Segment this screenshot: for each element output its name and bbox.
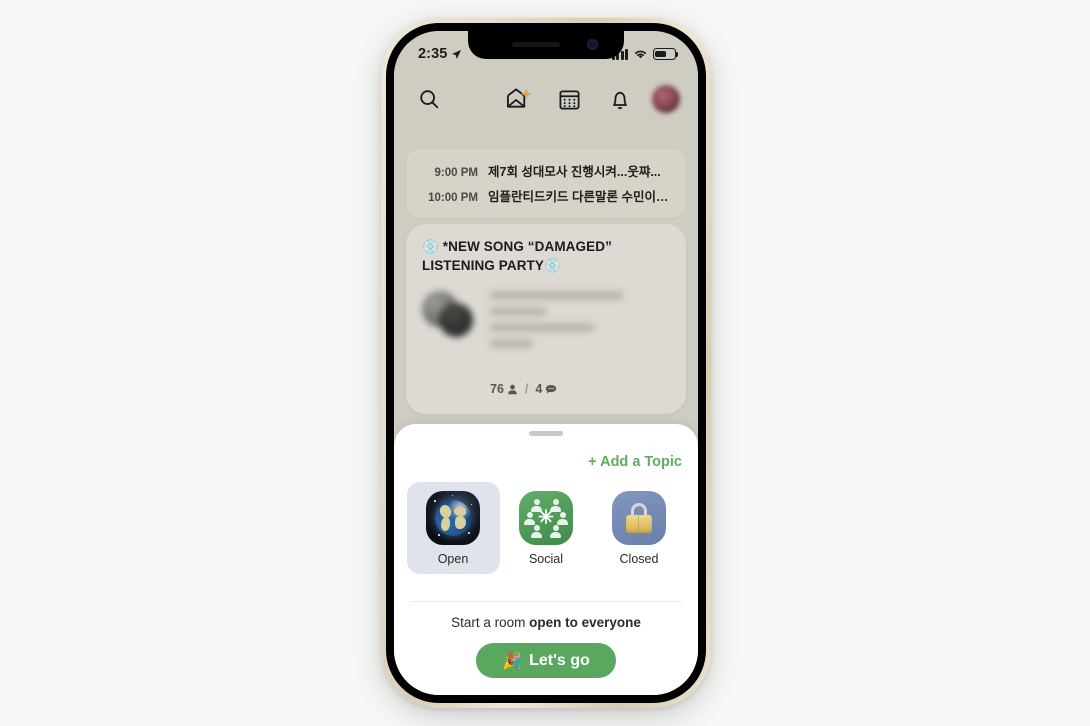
room-card[interactable]: 💿 *NEW SONG “DAMAGED” LISTENING PARTY💿 7… [406,224,686,414]
event-title: 임플란티드키드 다른말론 수민이라는... [488,190,672,204]
speaker-grille [512,42,560,47]
battery-icon [653,48,679,60]
room-type-closed[interactable]: Closed [593,482,686,574]
cta-caption-prefix: Start a room [451,615,530,630]
speech-bubble-icon [546,384,557,394]
message-count-value: 4 [535,382,543,396]
participant-name [490,338,534,348]
speaker-count: 76 [490,382,518,396]
create-room-sheet: + Add a Topic Open ✳ Social Closed Start… [394,424,698,695]
add-topic-button[interactable]: + Add a Topic [588,454,682,470]
lets-go-button[interactable]: 🎉 Let's go [476,643,616,678]
drag-handle[interactable] [529,431,563,436]
search-icon[interactable] [412,82,446,116]
list-item[interactable]: 10:00 PM 임플란티드키드 다른말론 수민이라는... [406,183,686,208]
room-type-label: Closed [619,552,659,566]
asterisk-icon: ✳ [538,507,554,529]
divider [410,601,682,602]
cta-caption: Start a room open to everyone [394,615,698,630]
top-nav-bar [394,71,698,127]
people-group-icon: ✳ [519,491,573,545]
room-type-social[interactable]: ✳ Social [500,482,593,574]
wifi-icon [634,50,647,59]
nav-icon-group [501,82,637,116]
envelope-sparkle-icon[interactable] [501,82,535,116]
room-type-label: Open [437,552,469,566]
cta-caption-emphasis: open to everyone [529,615,641,630]
status-time: 2:35 [418,46,462,62]
room-title-text: *NEW SONG “DAMAGED” LISTENING PARTY [422,239,612,273]
globe-sphere [435,500,471,536]
disc-icon: 💿 [422,239,439,255]
phone-device-frame: 9:00 PM 제7회 성대모사 진행시켜...웃쨔... 10:00 PM 임… [381,18,711,708]
location-arrow-icon [452,49,462,59]
event-title: 제7회 성대모사 진행시켜...웃쨔... [488,165,661,179]
person-icon [508,384,517,394]
calendar-icon[interactable] [552,82,586,116]
list-item[interactable]: 9:00 PM 제7회 성대모사 진행시켜...웃쨔... [406,158,686,183]
globe-icon [426,491,480,545]
participant-names [490,289,670,348]
upcoming-events-card: 9:00 PM 제7회 성대모사 진행시켜...웃쨔... 10:00 PM 임… [406,149,686,218]
room-stats: 76 / 4 [490,382,557,396]
lets-go-label: Let's go [529,651,590,669]
status-time-value: 2:35 [418,46,448,62]
message-count: 4 [535,382,557,396]
disc-icon: 💿 [544,257,561,274]
event-time: 10:00 PM [428,192,478,204]
room-title: 💿 *NEW SONG “DAMAGED” LISTENING PARTY💿 [422,238,670,276]
room-type-open[interactable]: Open [406,482,500,574]
app-root: 9:00 PM 제7회 성대모사 진행시켜...웃쨔... 10:00 PM 임… [394,31,698,695]
participant-name [490,290,624,300]
front-camera [587,39,598,50]
room-type-picker: Open ✳ Social Closed [394,482,698,574]
participant-name [490,306,546,316]
lock-icon [612,491,666,545]
display-notch [468,31,624,59]
room-participants [422,289,670,348]
room-type-label: Social [528,552,564,566]
participant-avatars [422,289,480,341]
padlock-shape [626,503,652,533]
participant-name [490,322,595,332]
party-popper-icon: 🎉 [502,651,523,670]
phone-screen: 9:00 PM 제7회 성대모사 진행시켜...웃쨔... 10:00 PM 임… [394,31,698,695]
avatar [439,302,473,337]
speaker-count-value: 76 [490,382,504,396]
stats-separator: / [524,382,529,396]
event-time: 9:00 PM [434,167,478,179]
bell-icon[interactable] [603,82,637,116]
profile-avatar[interactable] [652,85,680,113]
